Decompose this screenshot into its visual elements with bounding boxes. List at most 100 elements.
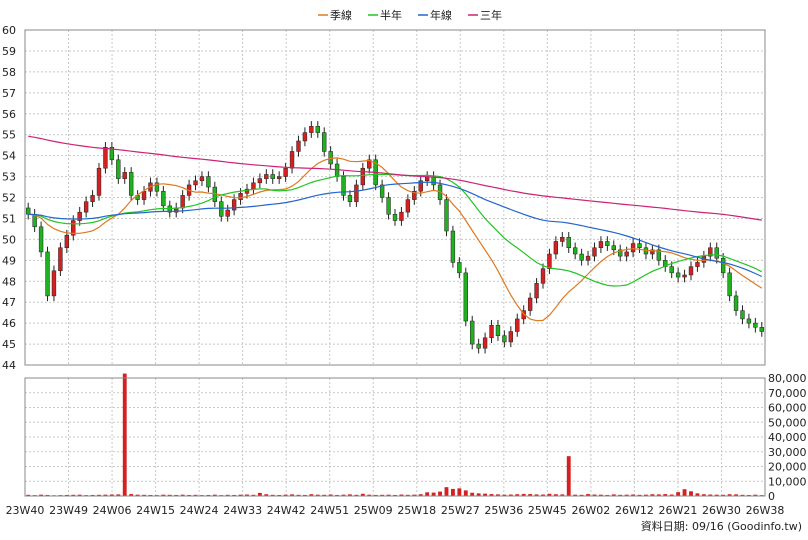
candle-body-81 (547, 253, 552, 269)
price-tick-8: 52 (2, 192, 16, 205)
volume-tick-6: 60,000 (768, 402, 807, 415)
candle-body-84 (566, 237, 571, 248)
price-tick-9: 53 (2, 171, 16, 184)
x-tick-13: 26W02 (571, 504, 610, 517)
candle-body-73 (495, 324, 501, 336)
x-tick-0: 23W40 (6, 504, 45, 517)
price-tick-0: 44 (2, 359, 16, 372)
candle-body-41 (289, 151, 295, 169)
x-tick-11: 25W36 (484, 504, 523, 517)
x-tick-1: 23W49 (49, 504, 88, 517)
candle-body-35 (251, 182, 256, 190)
volume-tick-8: 80,000 (768, 372, 807, 385)
volume-bar-66 (450, 488, 455, 496)
volume-tick-4: 40,000 (768, 431, 807, 444)
x-tick-8: 25W09 (354, 504, 393, 517)
candle-body-32 (231, 199, 237, 211)
candle-body-93 (624, 251, 629, 257)
candle-body-12 (103, 147, 108, 169)
candle-body-52 (360, 167, 366, 186)
candle-body-88 (592, 247, 597, 257)
x-tick-17: 26W38 (746, 504, 785, 517)
volume-bar-15 (122, 373, 127, 496)
candle-body-10 (90, 195, 95, 202)
candle-body-78 (527, 297, 533, 311)
candle-body-31 (225, 209, 230, 217)
price-tick-15: 59 (2, 45, 16, 58)
candle-body-26 (193, 180, 198, 186)
candle-body-104 (695, 262, 700, 267)
candle-body-55 (379, 184, 385, 198)
candle-body-70 (476, 343, 481, 349)
candle-body-110 (733, 295, 739, 311)
candle-body-4 (51, 270, 57, 297)
candle-body-37 (264, 174, 269, 179)
candle-body-89 (598, 241, 604, 248)
price-tick-3: 47 (2, 296, 16, 309)
candle-body-2 (38, 226, 44, 253)
legend-label-2: 年線 (430, 8, 452, 22)
candle-body-51 (354, 184, 359, 202)
candle-body-56 (386, 197, 391, 215)
candle-body-86 (579, 253, 584, 261)
candle-body-68 (463, 272, 468, 322)
candle-body-95 (637, 243, 642, 248)
chart-background (0, 0, 808, 540)
candle-body-101 (675, 272, 681, 278)
volume-tick-7: 70,000 (768, 387, 807, 400)
candle-body-69 (470, 320, 475, 345)
candle-body-14 (116, 159, 121, 179)
x-tick-2: 24W06 (93, 504, 132, 517)
candle-body-30 (219, 201, 224, 217)
price-tick-12: 56 (2, 108, 16, 121)
candle-body-107 (714, 247, 719, 259)
candle-body-28 (206, 176, 211, 188)
candle-body-109 (727, 272, 732, 297)
price-tick-5: 49 (2, 254, 16, 267)
candle-body-40 (283, 167, 288, 177)
candle-body-36 (257, 178, 263, 184)
candle-body-108 (720, 257, 726, 274)
candle-body-79 (534, 283, 539, 299)
price-tick-7: 51 (2, 212, 16, 225)
price-tick-10: 54 (2, 150, 16, 163)
candle-body-27 (199, 176, 205, 181)
candle-body-72 (489, 324, 494, 339)
candle-body-114 (759, 327, 764, 332)
price-tick-2: 46 (2, 317, 16, 330)
volume-bar-101 (676, 492, 681, 496)
price-tick-6: 50 (2, 233, 16, 246)
volume-bar-62 (425, 492, 430, 496)
legend-label-1: 半年 (380, 8, 402, 22)
price-tick-16: 60 (2, 24, 16, 37)
candle-body-100 (669, 266, 674, 274)
x-tick-3: 24W15 (136, 504, 175, 517)
candle-body-44 (309, 126, 314, 133)
candle-body-0 (26, 207, 31, 215)
candle-body-112 (746, 318, 752, 324)
volume-tick-1: 10,000 (768, 475, 807, 488)
stock-chart: 季線 半年 年線 三年 44 45 46 47 48 49 50 51 52 53 54 55 56 57 58 5… (0, 0, 808, 540)
price-tick-14: 58 (2, 66, 16, 79)
candle-body-58 (399, 211, 404, 221)
x-tick-5: 24W33 (223, 504, 262, 517)
candle-body-63 (431, 176, 436, 186)
candle-body-94 (630, 243, 636, 253)
candle-body-102 (682, 274, 687, 278)
candle-body-6 (64, 234, 70, 248)
candle-body-11 (96, 167, 102, 196)
volume-bar-103 (689, 491, 693, 496)
candle-body-38 (270, 174, 275, 179)
volume-bar-65 (444, 487, 449, 496)
legend-label-3: 三年 (480, 8, 502, 22)
candle-body-66 (450, 230, 456, 263)
candle-body-65 (444, 199, 449, 232)
volume-bar-68 (463, 490, 468, 496)
candle-body-3 (45, 251, 50, 297)
candle-body-76 (515, 318, 520, 332)
candle-body-85 (572, 247, 578, 255)
volume-bar-102 (682, 489, 687, 496)
volume-bar-67 (457, 488, 462, 496)
volume-bar-64 (438, 491, 442, 496)
legend-label-0: 季線 (330, 8, 352, 22)
